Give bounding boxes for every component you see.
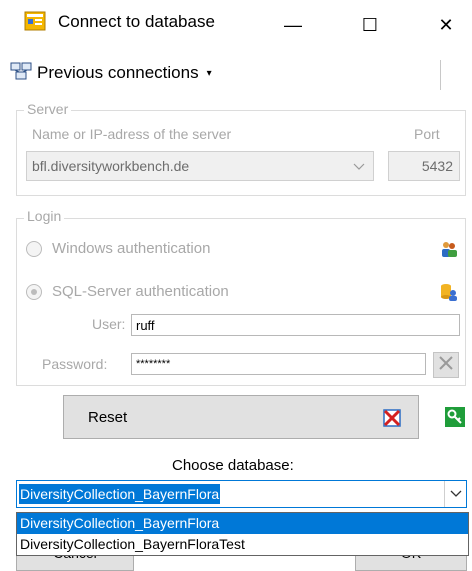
maximize-icon: ☐ (361, 14, 379, 35)
clear-icon (438, 355, 454, 375)
reset-button[interactable]: Reset (63, 395, 419, 439)
database-connect-icon (24, 11, 46, 31)
windows-auth-radio[interactable] (26, 240, 42, 257)
database-combobox[interactable]: DiversityCollection_BayernFlora (16, 480, 467, 508)
server-name-combobox[interactable]: bfl.diversityworkbench.de (26, 151, 374, 181)
database-dropdown-list: DiversityCollection_BayernFlora Diversit… (16, 512, 469, 556)
database-selected-value: DiversityCollection_BayernFlora (19, 484, 221, 504)
previous-connections-menu[interactable]: Previous connections ▾ (10, 60, 212, 86)
user-label: User: (92, 316, 126, 332)
password-value: ******** (136, 358, 171, 370)
minimize-icon: — (284, 14, 302, 35)
maximize-button[interactable]: ☐ (347, 6, 393, 44)
toolbar: Previous connections ▾ (0, 52, 472, 92)
server-name-value: bfl.diversityworkbench.de (32, 158, 190, 174)
previous-connections-label: Previous connections (37, 63, 199, 82)
clear-password-button[interactable] (433, 352, 459, 378)
password-label: Password: (42, 356, 108, 372)
sql-auth-radio[interactable] (26, 283, 42, 300)
port-value: 5432 (421, 158, 453, 174)
key-icon[interactable] (445, 407, 465, 431)
user-value: ruff (136, 317, 155, 333)
close-button[interactable]: ✕ (423, 6, 469, 44)
reset-label: Reset (88, 409, 128, 426)
server-name-label: Name or IP-adress of the server (32, 126, 232, 142)
login-group-legend: Login (24, 208, 65, 224)
windows-auth-option[interactable]: Windows authentication (26, 240, 210, 257)
sql-auth-option[interactable]: SQL-Server authentication (26, 283, 229, 300)
list-item[interactable]: DiversityCollection_BayernFloraTest (17, 534, 468, 555)
network-icon (10, 62, 32, 85)
toolbar-separator (440, 60, 441, 90)
minimize-button[interactable]: — (270, 6, 316, 44)
list-item[interactable]: DiversityCollection_BayernFlora (17, 513, 468, 534)
server-group-legend: Server (24, 101, 72, 117)
database-user-icon (440, 283, 458, 305)
choose-database-label: Choose database: (172, 457, 294, 474)
windows-auth-label: Windows authentication (52, 240, 211, 257)
user-input[interactable]: ruff (131, 314, 460, 336)
users-icon (440, 240, 458, 262)
chevron-down-icon: ▾ (206, 67, 212, 79)
port-field[interactable]: 5432 (388, 151, 460, 181)
window-title: Connect to database (58, 12, 215, 31)
chevron-down-icon (353, 159, 365, 175)
title-bar: Connect to database — ☐ ✕ (0, 0, 472, 52)
sql-auth-label: SQL-Server authentication (52, 283, 229, 300)
close-icon: ✕ (438, 14, 454, 35)
database-dropdown-button[interactable] (444, 481, 466, 507)
chevron-down-icon (450, 486, 462, 503)
port-label: Port (414, 126, 440, 142)
delete-icon (382, 408, 402, 432)
password-input[interactable]: ******** (131, 353, 426, 375)
